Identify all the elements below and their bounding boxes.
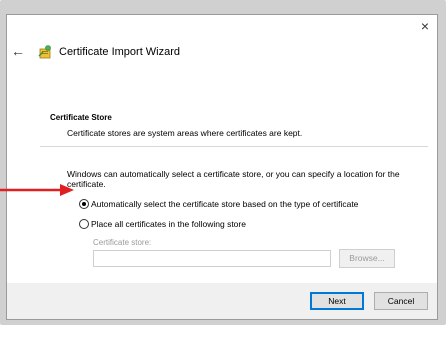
next-button[interactable]: Next bbox=[310, 292, 364, 310]
certificate-store-label: Certificate store: bbox=[93, 238, 152, 247]
section-description: Certificate stores are system areas wher… bbox=[67, 128, 303, 138]
browse-button[interactable]: Browse... bbox=[339, 249, 395, 268]
auto-select-radio[interactable] bbox=[79, 199, 89, 209]
place-store-radio[interactable] bbox=[79, 219, 89, 229]
wizard-footer: Next Cancel bbox=[7, 283, 437, 319]
back-button[interactable]: ← bbox=[11, 44, 25, 58]
section-divider bbox=[40, 146, 428, 147]
close-button[interactable]: × bbox=[421, 19, 429, 33]
certificate-store-input[interactable] bbox=[93, 250, 331, 267]
place-store-label[interactable]: Place all certificates in the following … bbox=[91, 219, 246, 229]
screenshot-frame: × ← Certificate Import Wizard Certificat… bbox=[0, 0, 446, 325]
window-title: Certificate Import Wizard bbox=[59, 46, 181, 58]
cancel-button[interactable]: Cancel bbox=[374, 292, 428, 310]
auto-select-label[interactable]: Automatically select the certificate sto… bbox=[91, 199, 358, 209]
intro-text: Windows can automatically select a certi… bbox=[67, 169, 400, 189]
annotation-arrow-icon bbox=[0, 184, 74, 196]
certificate-wizard-icon bbox=[38, 45, 51, 59]
section-heading: Certificate Store bbox=[50, 113, 112, 122]
wizard-window: × ← Certificate Import Wizard Certificat… bbox=[6, 14, 438, 320]
